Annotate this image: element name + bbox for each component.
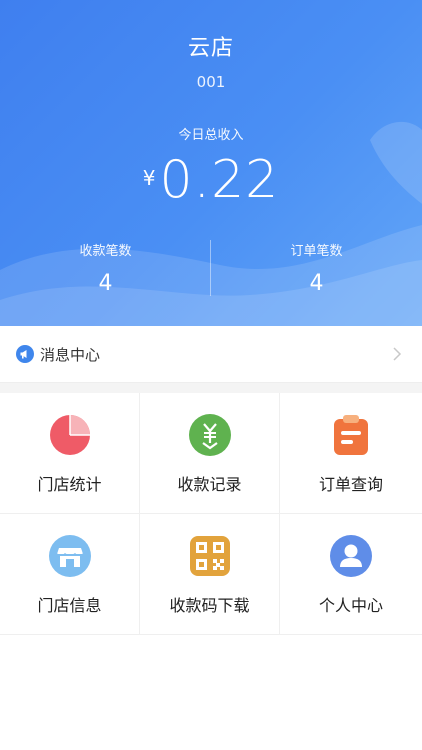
menu-item-order-query[interactable]: 订单查询 xyxy=(280,393,422,514)
megaphone-icon xyxy=(16,345,34,363)
section-gap xyxy=(0,383,422,393)
menu-item-label: 收款码下载 xyxy=(169,596,250,615)
currency-symbol: ¥ xyxy=(142,166,156,190)
menu-item-label: 个人中心 xyxy=(318,596,383,615)
qr-code-icon xyxy=(189,536,230,576)
menu-item-label: 门店信息 xyxy=(37,596,102,615)
menu-item-label: 收款记录 xyxy=(177,475,242,494)
stat-orders: 订单笔数 4 xyxy=(211,240,422,296)
store-id: 001 xyxy=(196,73,226,91)
stat-payments: 收款笔数 4 xyxy=(0,240,211,296)
menu-item-profile[interactable]: 个人中心 xyxy=(280,514,422,635)
income-total: ¥0.22 xyxy=(0,150,422,210)
yuan-download-icon xyxy=(188,414,231,456)
menu-item-qr-download[interactable]: 收款码下载 xyxy=(140,514,280,635)
clipboard-icon xyxy=(334,415,368,455)
stat-payments-value: 4 xyxy=(98,271,113,296)
summary-header: 云店 001 今日总收入 ¥0.22 收款笔数 4 订单笔数 4 xyxy=(0,0,422,326)
menu-item-payment-records[interactable]: 收款记录 xyxy=(140,393,280,514)
store-name: 云店 xyxy=(187,36,234,61)
income-label: 今日总收入 xyxy=(178,128,244,143)
chevron-right-icon xyxy=(393,347,402,361)
message-center-label: 消息中心 xyxy=(40,346,101,364)
menu-item-store-stats[interactable]: 门店统计 xyxy=(0,393,140,514)
user-icon xyxy=(330,535,372,577)
menu-item-label: 订单查询 xyxy=(318,475,383,494)
message-center-row[interactable]: 消息中心 xyxy=(0,326,422,383)
stat-orders-value: 4 xyxy=(309,271,324,296)
stat-orders-label: 订单笔数 xyxy=(290,244,343,259)
menu-item-label: 门店统计 xyxy=(37,475,102,494)
income-amount: 0.22 xyxy=(159,150,280,210)
stat-payments-label: 收款笔数 xyxy=(79,244,132,259)
pie-chart-icon xyxy=(49,415,90,455)
storefront-icon xyxy=(48,535,91,577)
feature-grid: 门店统计 收款记录 订单查询 门店信息 收款码下载 个人中心 xyxy=(0,393,422,635)
menu-item-store-info[interactable]: 门店信息 xyxy=(0,514,140,635)
